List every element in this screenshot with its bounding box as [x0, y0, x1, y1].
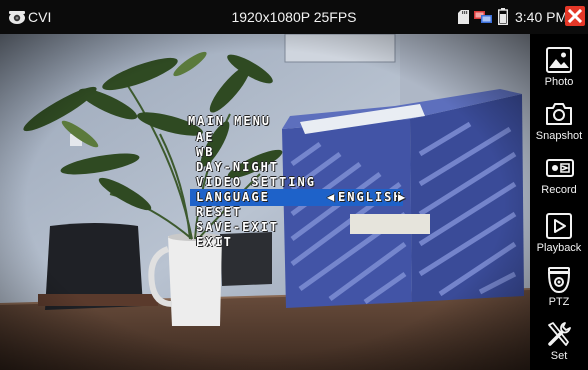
sd-card-icon [458, 10, 469, 24]
set-label: Set [550, 350, 568, 362]
video-record-icon [546, 159, 574, 177]
camera-view[interactable]: MAIN MENU AE WB DAY-NIGHT VIDEO SETTING … [0, 34, 530, 370]
close-icon [567, 8, 583, 24]
photo-label: Photo [544, 76, 574, 88]
photo-button[interactable]: Photo [530, 40, 588, 96]
camera-icon [546, 103, 572, 125]
clock: 3:40 PM [515, 9, 568, 25]
playback-button[interactable]: Playback [530, 206, 588, 262]
tool-sidebar: Photo Snapshot Record Playback PTZ Set [530, 34, 588, 370]
set-button[interactable]: Set [530, 314, 588, 370]
status-bar: CVI 1920x1080P 25FPS 3:40 PM [0, 0, 588, 34]
snapshot-button[interactable]: Snapshot [530, 94, 588, 150]
close-button[interactable] [565, 6, 585, 26]
play-icon [546, 213, 572, 239]
ptz-button[interactable]: PTZ [530, 260, 588, 316]
tools-icon [548, 322, 571, 346]
battery-icon [498, 8, 508, 25]
record-button[interactable]: Record [530, 148, 588, 204]
ptz-camera-icon [547, 267, 571, 294]
network-icon [474, 11, 492, 23]
record-label: Record [541, 184, 577, 196]
camera-scene-image [0, 34, 530, 370]
ptz-label: PTZ [548, 296, 570, 308]
photo-icon [546, 47, 572, 73]
snapshot-label: Snapshot [535, 130, 583, 142]
playback-label: Playback [536, 242, 582, 254]
